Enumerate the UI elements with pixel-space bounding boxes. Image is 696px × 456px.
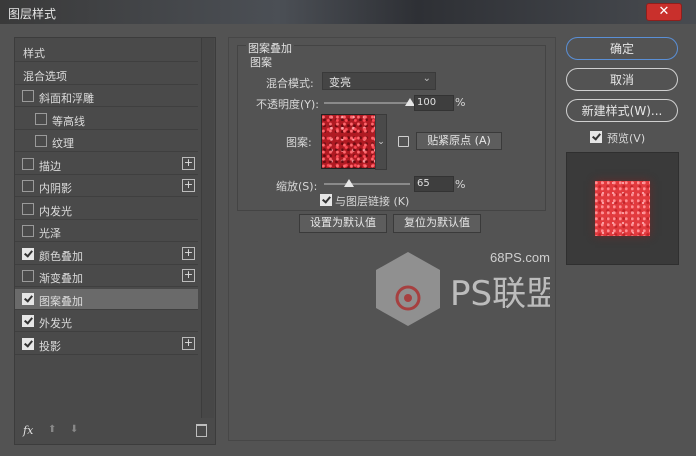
delete-effect-icon[interactable] — [196, 424, 207, 437]
style-item[interactable]: 光泽 — [15, 221, 198, 242]
style-checkbox[interactable] — [22, 90, 34, 102]
scale-slider[interactable] — [324, 183, 410, 185]
pattern-overlay-panel: 图案叠加 图案 混合模式: 变亮 ⌄ 不透明度(Y): 100 % 图案: ⌄ … — [228, 37, 556, 441]
style-item-label: 等高线 — [52, 114, 85, 128]
link-with-layer-checkbox[interactable] — [320, 194, 332, 206]
styles-list-footer: fx ⬆ ⬇ — [15, 418, 215, 444]
title-bar[interactable]: 图层样式 ✕ — [0, 0, 696, 24]
style-item[interactable]: 样式 — [15, 41, 198, 62]
style-item-label: 渐变叠加 — [39, 272, 83, 285]
new-preset-icon[interactable] — [398, 136, 409, 147]
snap-to-origin-button[interactable]: 贴紧原点 (A) — [416, 132, 502, 150]
style-item-label: 斜面和浮雕 — [39, 92, 94, 105]
style-checkbox[interactable] — [22, 292, 34, 305]
add-effect-icon[interactable]: + — [182, 246, 195, 260]
styles-list-scrollbar[interactable] — [201, 38, 214, 418]
scale-input[interactable]: 65 — [414, 176, 454, 192]
add-effect-icon[interactable]: + — [182, 156, 195, 170]
styles-list-panel: 样式混合选项斜面和浮雕等高线纹理描边 + 内阴影 + 内发光光泽颜色叠加 + 渐变叠加 + 图案… — [14, 37, 216, 445]
style-item-label: 光泽 — [39, 227, 61, 240]
style-checkbox[interactable] — [35, 135, 47, 147]
style-checkbox[interactable] — [22, 315, 34, 327]
style-checkbox[interactable] — [22, 247, 34, 260]
window-title: 图层样式 — [8, 7, 57, 21]
preview-label: 预览(V) — [607, 132, 646, 145]
add-effect-icon[interactable]: + — [182, 336, 195, 350]
style-item-label: 描边 — [39, 159, 61, 173]
scale-label: 缩放(S): — [276, 180, 318, 193]
style-item-label: 投影 — [39, 339, 61, 353]
style-checkbox[interactable] — [22, 157, 34, 170]
ok-button[interactable]: 确定 — [566, 37, 678, 60]
pattern-picker-dropdown[interactable]: ⌄ — [375, 114, 387, 170]
logo-dot — [404, 294, 412, 302]
opacity-input[interactable]: 100 — [414, 95, 454, 111]
hexagon-shape — [376, 252, 440, 326]
move-down-icon[interactable]: ⬇ — [70, 424, 78, 435]
style-item-label: 内阴影 — [39, 182, 72, 195]
blend-mode-value: 变亮 — [329, 76, 351, 89]
style-checkbox[interactable] — [22, 270, 34, 282]
close-button[interactable]: ✕ — [646, 3, 682, 21]
blend-mode-select[interactable]: 变亮 ⌄ — [322, 72, 436, 90]
scale-unit: % — [455, 178, 466, 191]
style-item[interactable]: 投影 + — [15, 334, 198, 355]
opacity-slider[interactable] — [324, 102, 410, 104]
style-item[interactable]: 纹理 — [15, 131, 198, 152]
link-with-layer-label: 与图层链接 (K) — [335, 195, 410, 208]
style-item[interactable]: 内阴影 + — [15, 176, 198, 197]
style-checkbox[interactable] — [22, 180, 34, 192]
style-item-label: 内发光 — [39, 204, 72, 218]
opacity-label: 不透明度(Y): — [256, 98, 320, 111]
style-item[interactable]: 渐变叠加 + — [15, 266, 198, 287]
style-item[interactable]: 图案叠加 — [15, 288, 198, 310]
opacity-unit: % — [455, 96, 466, 109]
blend-mode-label: 混合模式: — [266, 77, 314, 90]
style-item-label: 混合选项 — [23, 69, 67, 83]
style-checkbox[interactable] — [35, 112, 47, 125]
make-default-button[interactable]: 设置为默认值 — [299, 214, 387, 233]
cancel-button[interactable]: 取消 — [566, 68, 678, 91]
watermark-brand: PS联盟 — [450, 274, 550, 314]
layer-style-dialog: 图层样式 ✕ 样式混合选项斜面和浮雕等高线纹理描边 + 内阴影 + 内发光光泽颜色叠加 +… — [0, 0, 696, 456]
style-item[interactable]: 等高线 — [15, 109, 198, 130]
scale-slider-thumb[interactable] — [344, 179, 355, 187]
style-item-label: 外发光 — [39, 317, 72, 330]
style-item[interactable]: 斜面和浮雕 — [15, 86, 198, 107]
style-item-label: 图案叠加 — [39, 294, 83, 308]
style-checkbox[interactable] — [22, 225, 34, 237]
pattern-overlay-group: 图案叠加 图案 混合模式: 变亮 ⌄ 不透明度(Y): 100 % 图案: ⌄ … — [237, 40, 546, 211]
style-item-label: 样式 — [23, 47, 45, 60]
style-item[interactable]: 混合选项 — [15, 64, 198, 85]
reset-to-default-button[interactable]: 复位为默认值 — [393, 214, 481, 233]
style-item[interactable]: 描边 + — [15, 154, 198, 175]
add-effect-icon[interactable]: + — [182, 179, 195, 192]
style-item-label: 纹理 — [52, 137, 74, 150]
style-item[interactable]: 内发光 — [15, 199, 198, 220]
style-checkbox[interactable] — [22, 337, 34, 350]
style-item[interactable]: 颜色叠加 + — [15, 244, 198, 265]
preview-checkbox[interactable] — [590, 131, 602, 143]
preview-thumbnail — [595, 181, 650, 236]
move-up-icon[interactable]: ⬆ — [48, 424, 56, 435]
style-item[interactable]: 外发光 — [15, 311, 198, 332]
style-checkbox[interactable] — [22, 202, 34, 215]
chevron-down-icon: ⌄ — [422, 73, 431, 84]
fx-menu-icon[interactable]: fx — [23, 424, 33, 437]
pattern-subtitle: 图案 — [250, 56, 272, 69]
add-effect-icon[interactable]: + — [182, 269, 195, 282]
pattern-label: 图案: — [286, 136, 312, 149]
new-style-button[interactable]: 新建样式(W)... — [566, 99, 678, 122]
pattern-swatch[interactable] — [321, 114, 376, 169]
style-preview — [566, 152, 679, 265]
style-item-label: 颜色叠加 — [39, 249, 83, 263]
watermark-logo: PS联盟 — [376, 252, 550, 326]
